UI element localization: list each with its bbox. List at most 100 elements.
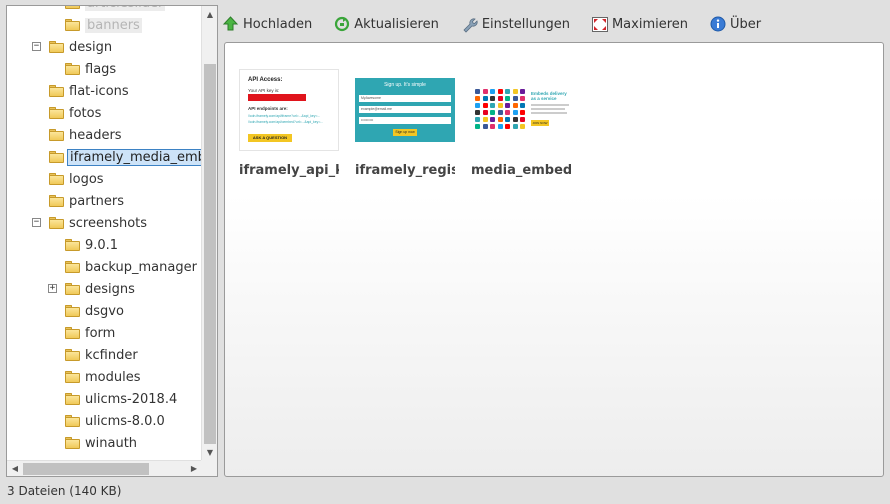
file-thumbnail[interactable]: Embeds delivery as a service JOIN NOW [471, 69, 571, 151]
scroll-right-arrow-icon[interactable]: ▶ [186, 462, 202, 476]
tree-item-designs[interactable]: + designs [48, 278, 135, 300]
service-logo-icon [490, 110, 495, 115]
tree-item-label: backup_manager [85, 259, 197, 275]
service-logo-icon [482, 96, 488, 101]
service-logo-icon [520, 110, 525, 115]
service-logo-icon [520, 117, 525, 122]
tree-item-label: flat-icons [69, 83, 129, 99]
preview-button: Sign up now [393, 129, 417, 136]
tree-item-label: partners [69, 193, 125, 209]
tree-item-label: flags [85, 61, 117, 77]
tree-horizontal-scrollbar[interactable]: ◀ ▶ [7, 460, 202, 476]
settings-button[interactable]: Einstellungen [461, 16, 570, 33]
tree-item-banners[interactable]: banners [65, 14, 142, 36]
folder-icon [65, 371, 80, 383]
tree-vertical-scroll-thumb[interactable] [204, 64, 216, 444]
maximize-button[interactable]: Maximieren [591, 16, 688, 32]
service-logo-icon [505, 103, 510, 108]
service-logo-icon [490, 89, 495, 94]
tree-item-kcfinder[interactable]: kcfinder [65, 344, 138, 366]
service-logo-icon [512, 96, 518, 101]
collapse-icon[interactable]: − [32, 218, 41, 227]
tree-item-label: designs [85, 281, 135, 297]
files-panel: API Access: Your API key is: API endpoin… [224, 42, 884, 477]
tree-item-dsgvo[interactable]: dsgvo [65, 300, 124, 322]
tree-horizontal-scroll-thumb[interactable] [23, 463, 149, 475]
service-logo-icon [475, 89, 480, 94]
tree-item-label: winauth [85, 435, 138, 451]
register-preview: Sign up. It's simple MyAwesome example@e… [355, 78, 455, 142]
scroll-up-arrow-icon[interactable]: ▲ [202, 8, 217, 22]
tree-vertical-scrollbar[interactable]: ▲ ▼ [201, 6, 217, 462]
tree-item-backup-manager[interactable]: backup_manager [65, 256, 197, 278]
file-item[interactable]: Embeds delivery as a service JOIN NOW me… [467, 69, 575, 189]
preview-field-3: •••••••••• [359, 117, 451, 124]
preview-endpoints-label: API endpoints are: [248, 106, 288, 111]
tree-item-label: ulicms-8.0.0 [85, 413, 165, 429]
tree-item-label: dsgvo [85, 303, 124, 319]
file-thumbnail[interactable]: API Access: Your API key is: API endpoin… [239, 69, 339, 151]
service-logo-icon [497, 89, 503, 94]
tree-item-partners[interactable]: partners [49, 190, 124, 212]
folder-icon [65, 415, 80, 427]
expand-icon[interactable]: + [48, 284, 57, 293]
refresh-button[interactable]: Aktualisieren [334, 16, 439, 32]
service-logo-icon [520, 124, 525, 129]
folder-icon [65, 327, 80, 339]
tree-item-logos[interactable]: logos [49, 168, 104, 190]
tree-item-label: logos [69, 171, 104, 187]
file-item[interactable]: Sign up. It's simple MyAwesome example@e… [351, 69, 459, 189]
folder-icon [49, 41, 64, 53]
tree-item-flags[interactable]: flags [65, 58, 116, 80]
media-embed-preview: Embeds delivery as a service JOIN NOW [471, 85, 571, 135]
preview-text-line [531, 112, 567, 114]
info-icon [710, 16, 726, 32]
scroll-left-arrow-icon[interactable]: ◀ [7, 462, 23, 476]
service-logo-icon [497, 103, 503, 108]
tree-item-label: banners [85, 17, 142, 33]
file-name[interactable]: iframely_register [355, 163, 455, 178]
tree-item-headers[interactable]: headers [49, 124, 122, 146]
service-logo-icon [475, 103, 480, 108]
tree-item-modules[interactable]: modules [65, 366, 141, 388]
service-logos-grid [475, 89, 527, 131]
service-logo-icon [512, 103, 518, 108]
tree-item-articleslider[interactable]: articleslider [65, 6, 166, 14]
preview-link-2: //cdn.iframely.com/api/oembed?url=...&ap… [248, 120, 324, 124]
tree-item-winauth[interactable]: winauth [65, 432, 137, 454]
service-logo-icon [505, 89, 510, 94]
tree-item-form[interactable]: form [65, 322, 115, 344]
about-label: Über [730, 16, 762, 32]
tree-item-iframely-media-embed[interactable]: iframely_media_embed [49, 146, 202, 168]
folder-tree-panel: articleslider banners − design flags flat-ico… [6, 5, 218, 477]
upload-label: Hochladen [243, 16, 313, 32]
service-logo-icon [512, 117, 518, 122]
preview-field-2: example@email.me [359, 106, 451, 113]
tree-item-label: 9.0.1 [85, 237, 119, 253]
tree-item-fotos[interactable]: fotos [49, 102, 101, 124]
preview-heading: Embeds delivery as a service [531, 91, 567, 101]
about-button[interactable]: Über [710, 16, 761, 32]
tree-item-flat-icons[interactable]: flat-icons [49, 80, 129, 102]
upload-button[interactable]: Hochladen [222, 16, 312, 32]
folder-icon [49, 217, 64, 229]
service-logo-icon [512, 124, 518, 129]
scroll-down-arrow-icon[interactable]: ▼ [202, 446, 217, 460]
service-logo-icon [512, 89, 518, 94]
tree-item-label: iframely_media_embed [67, 148, 202, 166]
collapse-icon[interactable]: − [32, 42, 41, 51]
folder-icon [49, 107, 64, 119]
file-item[interactable]: API Access: Your API key is: API endpoin… [235, 69, 343, 189]
file-name[interactable]: media_embed_service [471, 163, 571, 178]
service-logo-icon [482, 124, 488, 129]
tree-item-label: ulicms-2018.4 [85, 391, 178, 407]
file-thumbnail[interactable]: Sign up. It's simple MyAwesome example@e… [355, 69, 455, 151]
folder-icon [65, 6, 80, 9]
tree-item-design[interactable]: − design [32, 36, 112, 58]
tree-item-9-0-1[interactable]: 9.0.1 [65, 234, 118, 256]
folder-icon [65, 239, 80, 251]
file-name[interactable]: iframely_api_key [239, 163, 339, 178]
tree-item-ulicms-8-0-0[interactable]: ulicms-8.0.0 [65, 410, 165, 432]
tree-item-screenshots[interactable]: − screenshots [32, 212, 147, 234]
tree-item-ulicms-2018-4[interactable]: ulicms-2018.4 [65, 388, 177, 410]
